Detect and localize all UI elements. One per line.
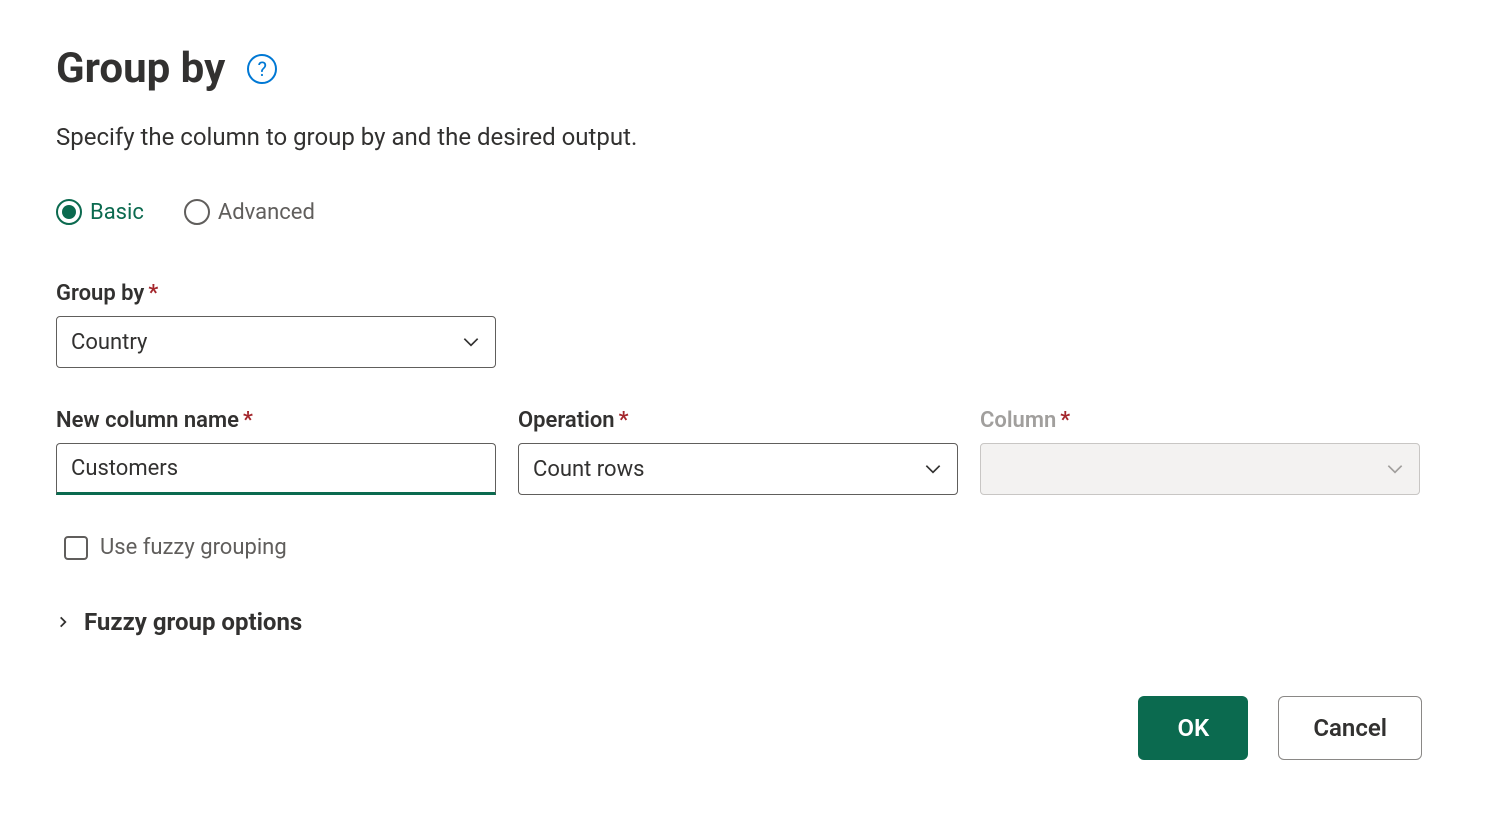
required-asterisk: * bbox=[243, 408, 253, 433]
fuzzy-grouping-checkbox[interactable]: Use fuzzy grouping bbox=[56, 535, 1432, 560]
operation-dropdown[interactable]: Count rows bbox=[518, 443, 958, 495]
aggregation-row: New column name* Operation* Count rows C… bbox=[56, 408, 1432, 495]
group-by-field: Group by* Country bbox=[56, 281, 1432, 368]
checkbox-icon bbox=[64, 536, 88, 560]
group-by-dialog: Group by ? Specify the column to group b… bbox=[0, 0, 1488, 760]
chevron-down-icon bbox=[461, 332, 481, 352]
group-by-value: Country bbox=[71, 330, 147, 355]
title-row: Group by ? bbox=[56, 44, 1432, 93]
required-asterisk: * bbox=[148, 281, 158, 306]
chevron-down-icon bbox=[923, 459, 943, 479]
chevron-down-icon bbox=[1385, 459, 1405, 479]
mode-radio-group: Basic Advanced bbox=[56, 199, 1432, 225]
fuzzy-options-label: Fuzzy group options bbox=[84, 608, 302, 636]
column-field: Column* bbox=[980, 408, 1420, 495]
cancel-button[interactable]: Cancel bbox=[1278, 696, 1422, 760]
dialog-title: Group by bbox=[56, 44, 225, 93]
operation-field: Operation* Count rows bbox=[518, 408, 958, 495]
operation-value: Count rows bbox=[533, 457, 644, 482]
radio-basic[interactable]: Basic bbox=[56, 199, 144, 225]
new-column-input[interactable] bbox=[56, 443, 496, 495]
dialog-footer: OK Cancel bbox=[56, 696, 1432, 760]
help-icon[interactable]: ? bbox=[247, 54, 277, 84]
column-dropdown bbox=[980, 443, 1420, 495]
required-asterisk: * bbox=[1060, 408, 1070, 433]
group-by-dropdown[interactable]: Country bbox=[56, 316, 496, 368]
fuzzy-grouping-label: Use fuzzy grouping bbox=[100, 535, 287, 560]
column-label: Column* bbox=[980, 408, 1420, 433]
operation-label: Operation* bbox=[518, 408, 958, 433]
radio-unselected-icon bbox=[184, 199, 210, 225]
new-column-label: New column name* bbox=[56, 408, 496, 433]
radio-selected-icon bbox=[56, 199, 82, 225]
radio-advanced-label: Advanced bbox=[218, 200, 315, 225]
group-by-label: Group by* bbox=[56, 281, 1432, 306]
chevron-right-icon bbox=[56, 615, 70, 629]
required-asterisk: * bbox=[619, 408, 629, 433]
radio-basic-label: Basic bbox=[90, 200, 144, 225]
new-column-field: New column name* bbox=[56, 408, 496, 495]
radio-advanced[interactable]: Advanced bbox=[184, 199, 315, 225]
fuzzy-options-expander[interactable]: Fuzzy group options bbox=[56, 608, 1432, 636]
dialog-subtitle: Specify the column to group by and the d… bbox=[56, 123, 1432, 151]
ok-button[interactable]: OK bbox=[1138, 696, 1248, 760]
